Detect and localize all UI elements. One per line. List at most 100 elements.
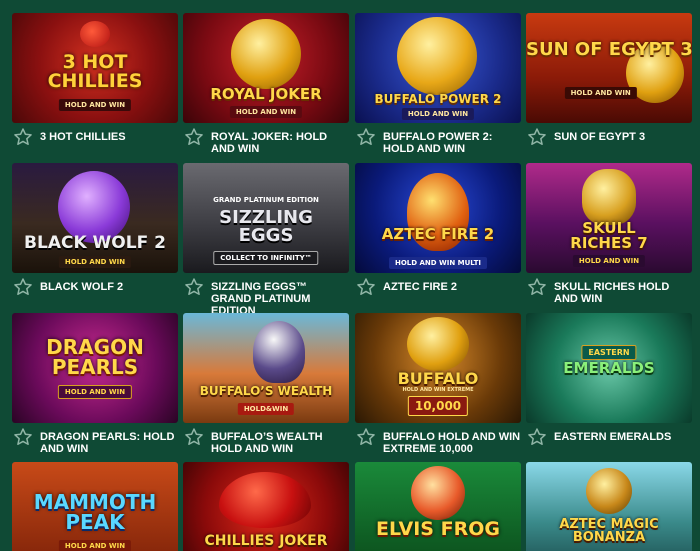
star-outline-icon[interactable] xyxy=(184,427,204,447)
game-meta: 3 HOT CHILLIES xyxy=(12,127,178,165)
game-title[interactable]: EASTERN EMERALDS xyxy=(554,431,692,443)
game-title[interactable]: BLACK WOLF 2 xyxy=(40,281,178,293)
gold-coin-icon xyxy=(407,317,469,371)
star-outline-icon[interactable] xyxy=(527,127,547,147)
star-outline-icon[interactable] xyxy=(356,427,376,447)
game-meta: BUFFALO POWER 2: HOLD AND WIN xyxy=(355,127,521,165)
gold-coin-icon xyxy=(397,17,477,95)
game-art-logo: CHILLIES JOKER xyxy=(204,533,328,549)
game-card-dragon-pearls[interactable]: DRAGON PEARLS HOLD AND WIN DRAGON PEARLS… xyxy=(12,313,178,465)
game-title[interactable]: AZTEC FIRE 2 xyxy=(383,281,521,293)
game-meta: SKULL RICHES HOLD AND WIN xyxy=(526,277,692,315)
game-meta: SUN OF EGYPT 3 xyxy=(526,127,692,165)
game-title[interactable]: BUFFALO’S WEALTH HOLD AND WIN xyxy=(211,431,349,455)
game-art-logo: ELVIS FROG xyxy=(376,518,500,540)
game-meta: ROYAL JOKER: HOLD AND WIN xyxy=(183,127,349,165)
game-thumbnail[interactable]: BLACK WOLF 2 HOLD AND WIN xyxy=(12,163,178,273)
game-meta: EASTERN EMERALDS xyxy=(526,427,692,465)
star-outline-icon[interactable] xyxy=(356,127,376,147)
star-outline-icon[interactable] xyxy=(527,427,547,447)
game-thumbnail[interactable]: SKULL RICHES 7 HOLD AND WIN xyxy=(526,163,692,273)
game-card-mammoth-peak[interactable]: MAMMOTH PEAK HOLD AND WIN xyxy=(12,462,178,551)
game-title[interactable]: ROYAL JOKER: HOLD AND WIN xyxy=(211,131,349,155)
game-meta: SIZZLING EGGS™ GRAND PLATINUM EDITION xyxy=(183,277,349,317)
game-art-subtitle: HOLD AND WIN xyxy=(401,108,475,120)
game-card-aztec-fire-2[interactable]: AZTEC FIRE 2 HOLD AND WIN MULTI AZTEC FI… xyxy=(355,163,521,315)
game-card-buffalos-wealth[interactable]: BUFFALO’S WEALTH HOLD&WIN BUFFALO’S WEAL… xyxy=(183,313,349,465)
game-thumbnail[interactable]: AZTEC FIRE 2 HOLD AND WIN MULTI xyxy=(355,163,521,273)
star-outline-icon[interactable] xyxy=(184,127,204,147)
game-thumbnail[interactable]: 3 HOT CHILLIES HOLD AND WIN xyxy=(12,13,178,123)
eagle-icon xyxy=(253,321,305,383)
game-card-royal-joker[interactable]: ROYAL JOKER HOLD AND WIN ROYAL JOKER: HO… xyxy=(183,13,349,165)
game-card-elvis-frog[interactable]: ELVIS FROG xyxy=(355,462,521,551)
skull-icon xyxy=(582,169,636,225)
game-thumbnail[interactable]: ELVIS FROG xyxy=(355,462,521,551)
game-art-subtitle: HOLD AND WIN xyxy=(564,87,637,99)
game-thumbnail[interactable]: ROYAL JOKER HOLD AND WIN xyxy=(183,13,349,123)
game-card-3-hot-chillies[interactable]: 3 HOT CHILLIES HOLD AND WIN 3 HOT CHILLI… xyxy=(12,13,178,165)
chili-icon xyxy=(80,21,110,47)
game-thumbnail[interactable]: BUFFALO HOLD AND WIN EXTREME 10,000 xyxy=(355,313,521,423)
game-art-subtitle: HOLD AND WIN xyxy=(572,255,646,267)
game-thumbnail[interactable]: AZTEC MAGIC BONANZA xyxy=(526,462,692,551)
game-meta: BUFFALO HOLD AND WIN EXTREME 10,000 xyxy=(355,427,521,465)
game-meta: AZTEC FIRE 2 xyxy=(355,277,521,315)
star-outline-icon[interactable] xyxy=(13,427,33,447)
game-title[interactable]: SIZZLING EGGS™ GRAND PLATINUM EDITION xyxy=(211,281,349,317)
game-meta: BLACK WOLF 2 xyxy=(12,277,178,315)
game-title[interactable]: DRAGON PEARLS: HOLD AND WIN xyxy=(40,431,178,455)
game-thumbnail[interactable]: CHILLIES JOKER xyxy=(183,462,349,551)
game-title[interactable]: 3 HOT CHILLIES xyxy=(40,131,178,143)
game-card-aztec-magic-bonanza[interactable]: AZTEC MAGIC BONANZA xyxy=(526,462,692,551)
gold-coin-icon xyxy=(231,19,301,89)
game-thumbnail[interactable]: EASTERN EMERALDS xyxy=(526,313,692,423)
game-card-black-wolf-2[interactable]: BLACK WOLF 2 HOLD AND WIN BLACK WOLF 2 xyxy=(12,163,178,315)
frog-icon xyxy=(411,466,465,520)
game-grid: 3 HOT CHILLIES HOLD AND WIN 3 HOT CHILLI… xyxy=(0,0,700,551)
game-art-logo: EMERALDS xyxy=(563,359,655,377)
game-card-eastern-emeralds[interactable]: EASTERN EMERALDS EASTERN EMERALDS xyxy=(526,313,692,465)
game-title[interactable]: BUFFALO POWER 2: HOLD AND WIN xyxy=(383,131,521,155)
game-art-subtitle: HOLD AND WIN xyxy=(58,256,132,268)
game-art-logo: BLACK WOLF 2 xyxy=(24,233,166,253)
game-art-logo: ROYAL JOKER xyxy=(210,85,322,103)
game-title[interactable]: SKULL RICHES HOLD AND WIN xyxy=(554,281,692,305)
game-card-sun-of-egypt-3[interactable]: SUN OF EGYPT 3 HOLD AND WIN SUN OF EGYPT… xyxy=(526,13,692,165)
game-art-subtitle: 10,000 xyxy=(407,396,469,416)
game-art-logo: SUN OF EGYPT 3 xyxy=(526,39,692,60)
game-meta: BUFFALO’S WEALTH HOLD AND WIN xyxy=(183,427,349,465)
game-thumbnail[interactable]: DRAGON PEARLS HOLD AND WIN xyxy=(12,313,178,423)
game-card-buffalo-power-2[interactable]: BUFFALO POWER 2 HOLD AND WIN BUFFALO POW… xyxy=(355,13,521,165)
game-art-logo: AZTEC MAGIC BONANZA xyxy=(559,517,659,545)
game-art-logo: BUFFALO POWER 2 xyxy=(374,92,502,106)
star-outline-icon[interactable] xyxy=(184,277,204,297)
game-card-sizzling-eggs[interactable]: GRAND PLATINUM EDITION SIZZLING EGGS COL… xyxy=(183,163,349,317)
game-art-logo: BUFFALO’S WEALTH xyxy=(199,384,333,398)
chili-icon xyxy=(219,472,311,528)
game-title[interactable]: BUFFALO HOLD AND WIN EXTREME 10,000 xyxy=(383,431,521,455)
game-art-subtitle: HOLD AND WIN xyxy=(58,540,132,551)
game-thumbnail[interactable]: SUN OF EGYPT 3 HOLD AND WIN xyxy=(526,13,692,123)
game-thumbnail[interactable]: BUFFALO POWER 2 HOLD AND WIN xyxy=(355,13,521,123)
star-outline-icon[interactable] xyxy=(13,277,33,297)
game-art-logo: AZTEC FIRE 2 xyxy=(381,225,495,243)
game-art-logo: DRAGON PEARLS xyxy=(46,335,144,379)
game-art-logo: MAMMOTH PEAK xyxy=(33,490,157,534)
game-title[interactable]: SUN OF EGYPT 3 xyxy=(554,131,692,143)
game-card-skull-riches[interactable]: SKULL RICHES 7 HOLD AND WIN SKULL RICHES… xyxy=(526,163,692,315)
game-art-subtitle: HOLD AND WIN xyxy=(229,106,303,118)
game-meta: DRAGON PEARLS: HOLD AND WIN xyxy=(12,427,178,465)
game-art-logo: 3 HOT CHILLIES xyxy=(47,51,143,92)
game-thumbnail[interactable]: GRAND PLATINUM EDITION SIZZLING EGGS COL… xyxy=(183,163,349,273)
star-outline-icon[interactable] xyxy=(13,127,33,147)
star-outline-icon[interactable] xyxy=(527,277,547,297)
game-thumbnail[interactable]: BUFFALO’S WEALTH HOLD&WIN xyxy=(183,313,349,423)
game-thumbnail[interactable]: MAMMOTH PEAK HOLD AND WIN xyxy=(12,462,178,551)
game-art-tagline: EASTERN xyxy=(581,345,637,360)
star-outline-icon[interactable] xyxy=(356,277,376,297)
game-card-chillies-joker[interactable]: CHILLIES JOKER xyxy=(183,462,349,551)
game-art-edition: GRAND PLATINUM EDITION xyxy=(213,196,319,204)
game-card-buffalo-extreme[interactable]: BUFFALO HOLD AND WIN EXTREME 10,000 BUFF… xyxy=(355,313,521,465)
game-art-tagline: HOLD AND WIN EXTREME xyxy=(402,387,474,393)
